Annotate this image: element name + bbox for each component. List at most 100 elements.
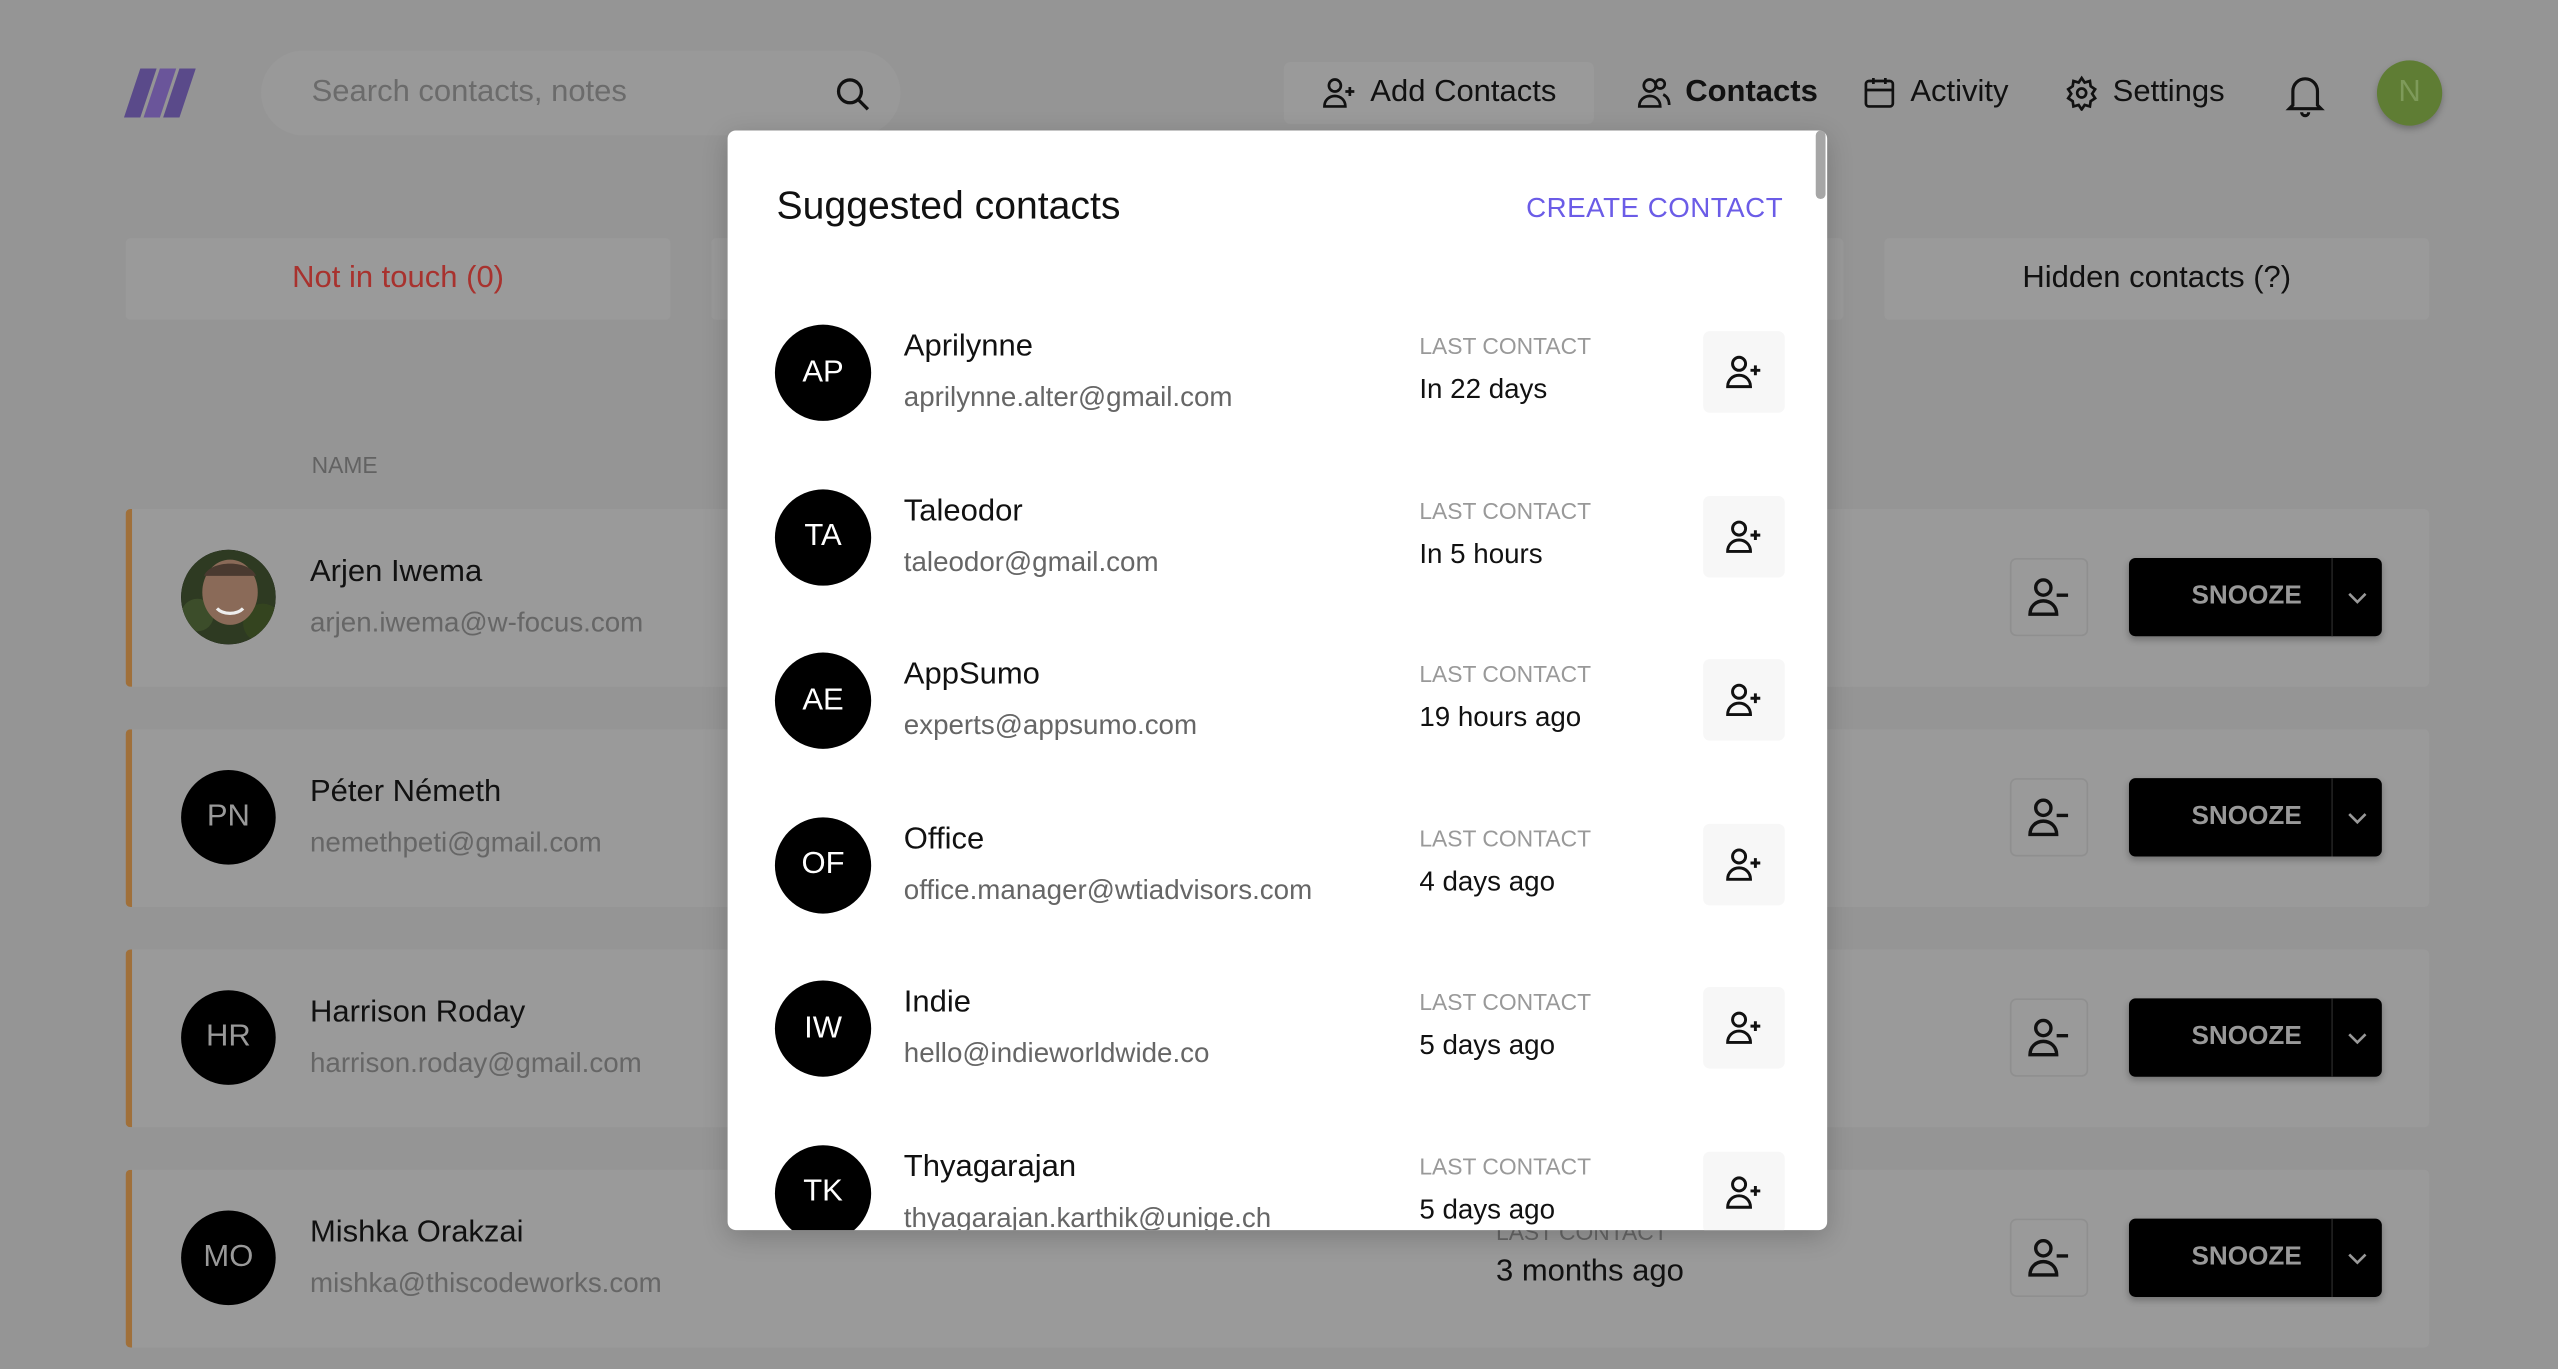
- last-contact-value: 5 days ago: [1419, 1193, 1556, 1225]
- add-contact-button[interactable]: [1703, 1150, 1785, 1231]
- search-icon[interactable]: [834, 75, 873, 114]
- remove-contact-button[interactable]: [2009, 1218, 2089, 1297]
- contact-name: Péter Németh: [309, 774, 502, 810]
- avatar: IW: [774, 980, 872, 1077]
- suggested-contact-item: IW Indie hello@indieworldwide.co LAST CO…: [728, 980, 1828, 1143]
- chevron-down-icon: [2348, 813, 2367, 825]
- contact-name: Indie: [903, 985, 972, 1020]
- suggested-contact-item: TA Taleodor taleodor@gmail.com LAST CONT…: [728, 488, 1828, 652]
- last-contact-label: LAST CONTACT: [1419, 496, 1592, 523]
- add-contact-button[interactable]: [1703, 823, 1785, 905]
- last-contact-value: In 5 hours: [1419, 537, 1543, 569]
- snooze-button[interactable]: SNOOZE: [2129, 1219, 2332, 1297]
- contact-email: aprilynne.alter@gmail.com: [903, 381, 1233, 413]
- tab-hidden-contacts[interactable]: Hidden contacts (?): [1884, 238, 2430, 320]
- add-contact-button[interactable]: [1703, 986, 1785, 1069]
- user-minus-icon: [2028, 798, 2069, 837]
- contact-name: Arjen Iwema: [309, 554, 483, 589]
- user-plus-icon: [1726, 1011, 1761, 1044]
- nav-activity[interactable]: Activity: [1861, 62, 2009, 124]
- add-contact-button[interactable]: [1703, 659, 1785, 741]
- contact-email: thyagarajan.karthik@unige.ch: [903, 1201, 1272, 1231]
- avatar: PN: [181, 770, 276, 865]
- bell-icon[interactable]: [2284, 72, 2326, 118]
- snooze-button[interactable]: SNOOZE: [2129, 998, 2332, 1076]
- avatar: [181, 549, 276, 645]
- avatar: TK: [774, 1144, 872, 1231]
- user-plus-icon: [1726, 519, 1761, 553]
- last-contact-label: LAST CONTACT: [1419, 332, 1592, 359]
- add-contact-button[interactable]: [1703, 331, 1785, 413]
- user-plus-icon: [1726, 1175, 1761, 1208]
- user-minus-icon: [2028, 1238, 2069, 1277]
- user-plus-icon: [1726, 683, 1761, 717]
- chevron-down-icon: [2348, 1033, 2367, 1045]
- add-contact-button[interactable]: [1703, 495, 1785, 577]
- nav-settings-label: Settings: [2112, 75, 2225, 110]
- chevron-down-icon: [2348, 592, 2367, 604]
- remove-contact-button[interactable]: [2009, 778, 2089, 857]
- suggested-contact-item: AE AppSumo experts@appsumo.com LAST CONT…: [728, 652, 1828, 816]
- user-minus-icon: [2028, 578, 2069, 616]
- contact-name: Taleodor: [903, 493, 1023, 528]
- contact-email: arjen.iwema@w-focus.com: [309, 606, 644, 638]
- remove-contact-button[interactable]: [2009, 998, 2089, 1077]
- users-icon: [1637, 78, 1671, 108]
- snooze-button[interactable]: SNOOZE: [2129, 558, 2332, 636]
- snooze-button-group: SNOOZE: [2128, 557, 2382, 637]
- last-contact-value: 3 months ago: [1495, 1254, 1684, 1289]
- tab-not-in-touch[interactable]: Not in touch (0): [125, 238, 671, 320]
- contact-email: harrison.roday@gmail.com: [309, 1047, 642, 1079]
- add-contacts-button[interactable]: Add Contacts: [1283, 61, 1594, 124]
- user-minus-icon: [2028, 1018, 2069, 1057]
- contact-email: taleodor@gmail.com: [903, 545, 1159, 577]
- search-placeholder: Search contacts, notes: [311, 75, 627, 110]
- contact-email: experts@appsumo.com: [903, 709, 1198, 741]
- contact-name: Thyagarajan: [903, 1149, 1077, 1184]
- calendar-icon: [1864, 78, 1895, 108]
- remove-contact-button[interactable]: [2009, 557, 2089, 637]
- snooze-button-group: SNOOZE: [2128, 1218, 2382, 1297]
- nav-contacts-label: Contacts: [1685, 75, 1818, 110]
- user-plus-icon: [1726, 847, 1761, 880]
- name-column-header: NAME: [311, 451, 378, 479]
- contact-name: AppSumo: [903, 657, 1040, 692]
- user-plus-icon: [1726, 355, 1761, 389]
- nav-settings[interactable]: Settings: [2064, 62, 2225, 124]
- gear-icon: [2066, 75, 2097, 111]
- modal-scrollbar[interactable]: [1815, 130, 1826, 200]
- create-contact-button[interactable]: CREATE CONTACT: [1526, 193, 1783, 226]
- snooze-dropdown-button[interactable]: [2331, 557, 2382, 637]
- last-contact-value: 19 hours ago: [1419, 701, 1582, 733]
- last-contact-value: In 22 days: [1419, 373, 1548, 405]
- snooze-button[interactable]: SNOOZE: [2129, 778, 2332, 856]
- contact-name: Aprilynne: [903, 329, 1034, 364]
- snooze-dropdown-button[interactable]: [2331, 778, 2382, 857]
- user-avatar[interactable]: N: [2376, 60, 2443, 126]
- snooze-dropdown-button[interactable]: [2331, 1218, 2382, 1297]
- contact-name: Harrison Roday: [309, 995, 526, 1030]
- avatar: MO: [181, 1210, 276, 1306]
- contact-email: nemethpeti@gmail.com: [309, 827, 602, 859]
- contact-photo: [181, 549, 276, 645]
- suggested-contact-item: AP Aprilynne aprilynne.alter@gmail.com L…: [728, 324, 1828, 488]
- avatar: HR: [181, 990, 276, 1085]
- avatar: AE: [774, 652, 872, 749]
- last-contact-label: LAST CONTACT: [1419, 1152, 1592, 1179]
- contact-email: hello@indieworldwide.co: [903, 1037, 1210, 1069]
- app-logo[interactable]: [123, 68, 196, 118]
- avatar: TA: [774, 488, 872, 585]
- last-contact-value: 4 days ago: [1419, 865, 1556, 897]
- contact-name: Mishka Orakzai: [309, 1215, 524, 1250]
- snooze-button-group: SNOOZE: [2128, 778, 2382, 857]
- avatar: AP: [774, 324, 872, 421]
- nav-contacts[interactable]: Contacts: [1636, 62, 1818, 124]
- search-input[interactable]: Search contacts, notes: [261, 50, 901, 136]
- avatar: OF: [774, 816, 872, 913]
- suggested-contacts-modal: Suggested contacts CREATE CONTACT AP Apr…: [727, 130, 1828, 1231]
- nav-activity-label: Activity: [1910, 75, 2009, 110]
- contact-email: office.manager@wtiadvisors.com: [903, 873, 1313, 905]
- last-contact-value: 5 days ago: [1419, 1029, 1556, 1061]
- user-plus-icon: [1323, 78, 1355, 108]
- snooze-dropdown-button[interactable]: [2331, 998, 2382, 1077]
